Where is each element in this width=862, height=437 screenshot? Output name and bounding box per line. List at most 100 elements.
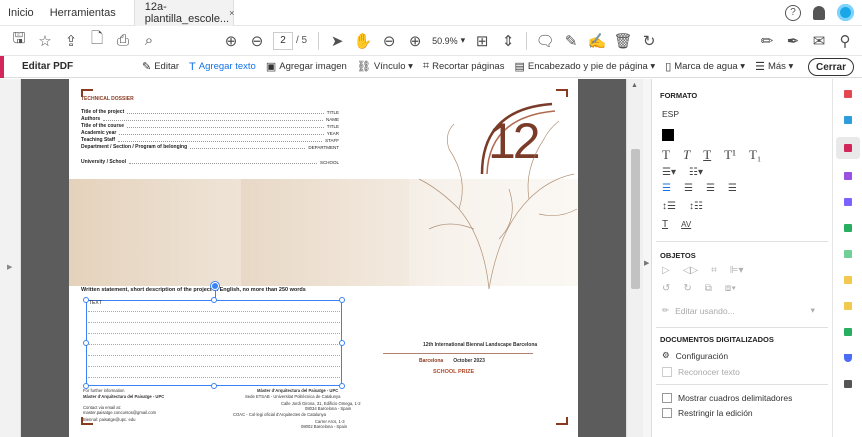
align-left-icon[interactable]: ☰ — [662, 183, 671, 194]
print-icon[interactable]: ⎙ — [110, 28, 136, 54]
footer-text[interactable]: 08002 Barcelona - Spain — [301, 424, 347, 429]
right-pane-toggle[interactable]: ▶ — [643, 79, 652, 437]
footer-text[interactable]: Màster d'Arquitectura del Paisatge - UPC — [83, 394, 164, 399]
resize-handle[interactable] — [339, 383, 345, 389]
comment-tool-icon[interactable] — [841, 299, 855, 313]
field-row[interactable]: University / School SCHOOL — [81, 159, 339, 165]
recognize-text-checkbox[interactable]: Reconocer texto — [662, 367, 740, 377]
color-swatch[interactable] — [662, 129, 674, 141]
left-pane-toggle[interactable]: ▶ — [0, 79, 21, 437]
show-boxes-checkbox[interactable]: Mostrar cuadros delimitadores — [662, 393, 792, 403]
replace-image-icon[interactable]: ⧉ — [705, 283, 712, 294]
edit-pdf-icon[interactable]: ✏ — [754, 28, 780, 54]
character-spacing-icon[interactable]: AV — [681, 220, 691, 229]
line-spacing-icon[interactable]: ↕☰ — [662, 201, 676, 212]
scale-icon[interactable]: T — [662, 219, 668, 230]
sign-icon[interactable]: ✍ — [584, 28, 610, 54]
bold-t-icon[interactable]: T — [662, 147, 670, 163]
footer-text[interactable]: For further information — [83, 388, 124, 393]
dossier-heading[interactable]: TECHNICAL DOSSIER — [81, 96, 134, 102]
subscript-icon[interactable]: T₁ — [749, 147, 761, 163]
export-tool-icon[interactable] — [841, 221, 855, 235]
more-button[interactable]: ☰ Más ▾ — [755, 60, 793, 73]
more-tools-icon[interactable] — [841, 377, 855, 391]
numbered-list-icon[interactable]: ☷▾ — [689, 167, 703, 178]
field-row[interactable]: Title of the course TITLE — [81, 123, 339, 129]
select-arrow-icon[interactable]: ➤ — [324, 28, 350, 54]
rotate-icon[interactable]: ↻ — [636, 28, 662, 54]
mail-icon[interactable]: ✉ — [806, 28, 832, 54]
resize-handle[interactable] — [83, 340, 89, 346]
footer-text[interactable]: COAC - Col·legi oficial d'Arquitectes de… — [233, 412, 326, 417]
align-objects-icon[interactable]: ⊫▾ — [730, 265, 744, 276]
hand-icon[interactable]: ✋ — [350, 28, 376, 54]
header-footer-button[interactable]: ▤ Encabezado y pie de página ▾ — [514, 60, 655, 73]
arrange-icon[interactable]: ⧈▾ — [725, 283, 736, 294]
organize-pages-icon[interactable] — [841, 247, 855, 261]
upload-icon[interactable]: ⇪ — [58, 28, 84, 54]
flip-vertical-icon[interactable]: ▷ — [662, 265, 670, 276]
scroll-up-icon[interactable]: ▲ — [631, 82, 638, 89]
save-icon[interactable]: 🖫 — [6, 28, 32, 54]
watermark-button[interactable]: ▯ Marca de agua ▾ — [665, 60, 745, 73]
scroll-mode-icon[interactable]: ⇕ — [495, 28, 521, 54]
superscript-icon[interactable]: T¹ — [724, 147, 736, 163]
config-button[interactable]: ⚙ Configuración — [662, 350, 728, 361]
font-dropdown[interactable]: ESP — [662, 109, 679, 119]
resize-handle[interactable] — [211, 383, 217, 389]
avatar[interactable] — [837, 4, 854, 21]
biennal-title[interactable]: 12th International Biennal Landscape Bar… — [423, 342, 537, 348]
checkbox[interactable] — [662, 393, 672, 403]
field-row[interactable]: Department / Section / Program of belong… — [81, 144, 339, 150]
flip-horizontal-icon[interactable]: ◁▷ — [683, 265, 698, 276]
menu-herramientas[interactable]: Herramientas — [42, 7, 124, 19]
resize-handle[interactable] — [339, 297, 345, 303]
vertical-scrollbar[interactable]: ▲ — [626, 79, 643, 437]
scan-ocr-icon[interactable] — [841, 273, 855, 287]
pen-icon[interactable]: ✎ — [558, 28, 584, 54]
align-center-icon[interactable]: ☰ — [684, 183, 693, 194]
pdf-page[interactable]: TECHNICAL DOSSIER Title of the project TI… — [69, 79, 578, 437]
rotate-handle[interactable] — [211, 282, 219, 290]
request-sign-icon[interactable] — [841, 169, 855, 183]
paragraph-spacing-icon[interactable]: ↕☷ — [689, 201, 703, 212]
field-row[interactable]: Authors NAME — [81, 116, 339, 122]
star-icon[interactable]: ☆ — [32, 28, 58, 54]
restrict-edit-checkbox[interactable]: Restringir la edición — [662, 408, 753, 418]
selected-text-box[interactable] — [86, 300, 342, 386]
rotate-ccw-icon[interactable]: ↺ — [662, 283, 670, 294]
export-pdf-icon[interactable] — [841, 87, 855, 101]
checkbox[interactable] — [662, 367, 672, 377]
footer-text[interactable]: Màster d'Arquitectura del Paisatge - UPC — [257, 388, 338, 393]
zoom-out-icon[interactable]: ⊖ — [376, 28, 402, 54]
menu-inicio[interactable]: Inicio — [0, 7, 42, 19]
field-row[interactable]: Title of the project TITLE — [81, 109, 339, 115]
zoom-dropdown[interactable]: 50.9% ▾ — [432, 35, 465, 46]
location-date[interactable]: Barcelona October 2023 — [419, 358, 485, 364]
close-tab-icon[interactable]: × — [229, 8, 234, 18]
page-number-input[interactable]: 2 — [273, 31, 293, 50]
protect-icon[interactable] — [841, 351, 855, 365]
rotate-cw-icon[interactable]: ↻ — [683, 283, 691, 294]
bell-icon[interactable] — [813, 5, 825, 20]
link-button[interactable]: ⛓ Vínculo ▾ — [357, 60, 413, 73]
document-canvas[interactable]: TECHNICAL DOSSIER Title of the project TI… — [21, 79, 626, 437]
zoom-search-icon[interactable]: ⌕ — [136, 28, 162, 54]
fit-page-icon[interactable]: ⊞ — [469, 28, 495, 54]
next-page-icon[interactable]: ⊖ — [244, 28, 270, 54]
create-pdf-tool-icon[interactable] — [841, 113, 855, 127]
prev-page-icon[interactable]: ⊕ — [218, 28, 244, 54]
fill-sign-tool-icon[interactable] — [841, 195, 855, 209]
prize-label[interactable]: SCHOOL PRIZE — [433, 369, 474, 375]
footer-text[interactable]: Sede ETSAB - Universitat Politècnica de … — [245, 394, 340, 399]
field-row[interactable]: Academic year YEAR — [81, 130, 339, 136]
add-image-button[interactable]: ▣ Agregar imagen — [266, 60, 347, 73]
scrollbar-thumb[interactable] — [631, 149, 640, 289]
crop-image-icon[interactable]: ⌗ — [711, 265, 717, 276]
create-pdf-icon[interactable]: 🗋 — [84, 28, 110, 54]
close-button[interactable]: Cerrar — [808, 58, 854, 76]
edit-using-dropdown[interactable]: ✏ Editar usando... ▾ — [662, 305, 815, 316]
delete-icon[interactable]: 🗑 — [610, 28, 636, 54]
bullet-list-icon[interactable]: ☰▾ — [662, 167, 676, 178]
search-user-icon[interactable]: ⚲ — [832, 28, 858, 54]
